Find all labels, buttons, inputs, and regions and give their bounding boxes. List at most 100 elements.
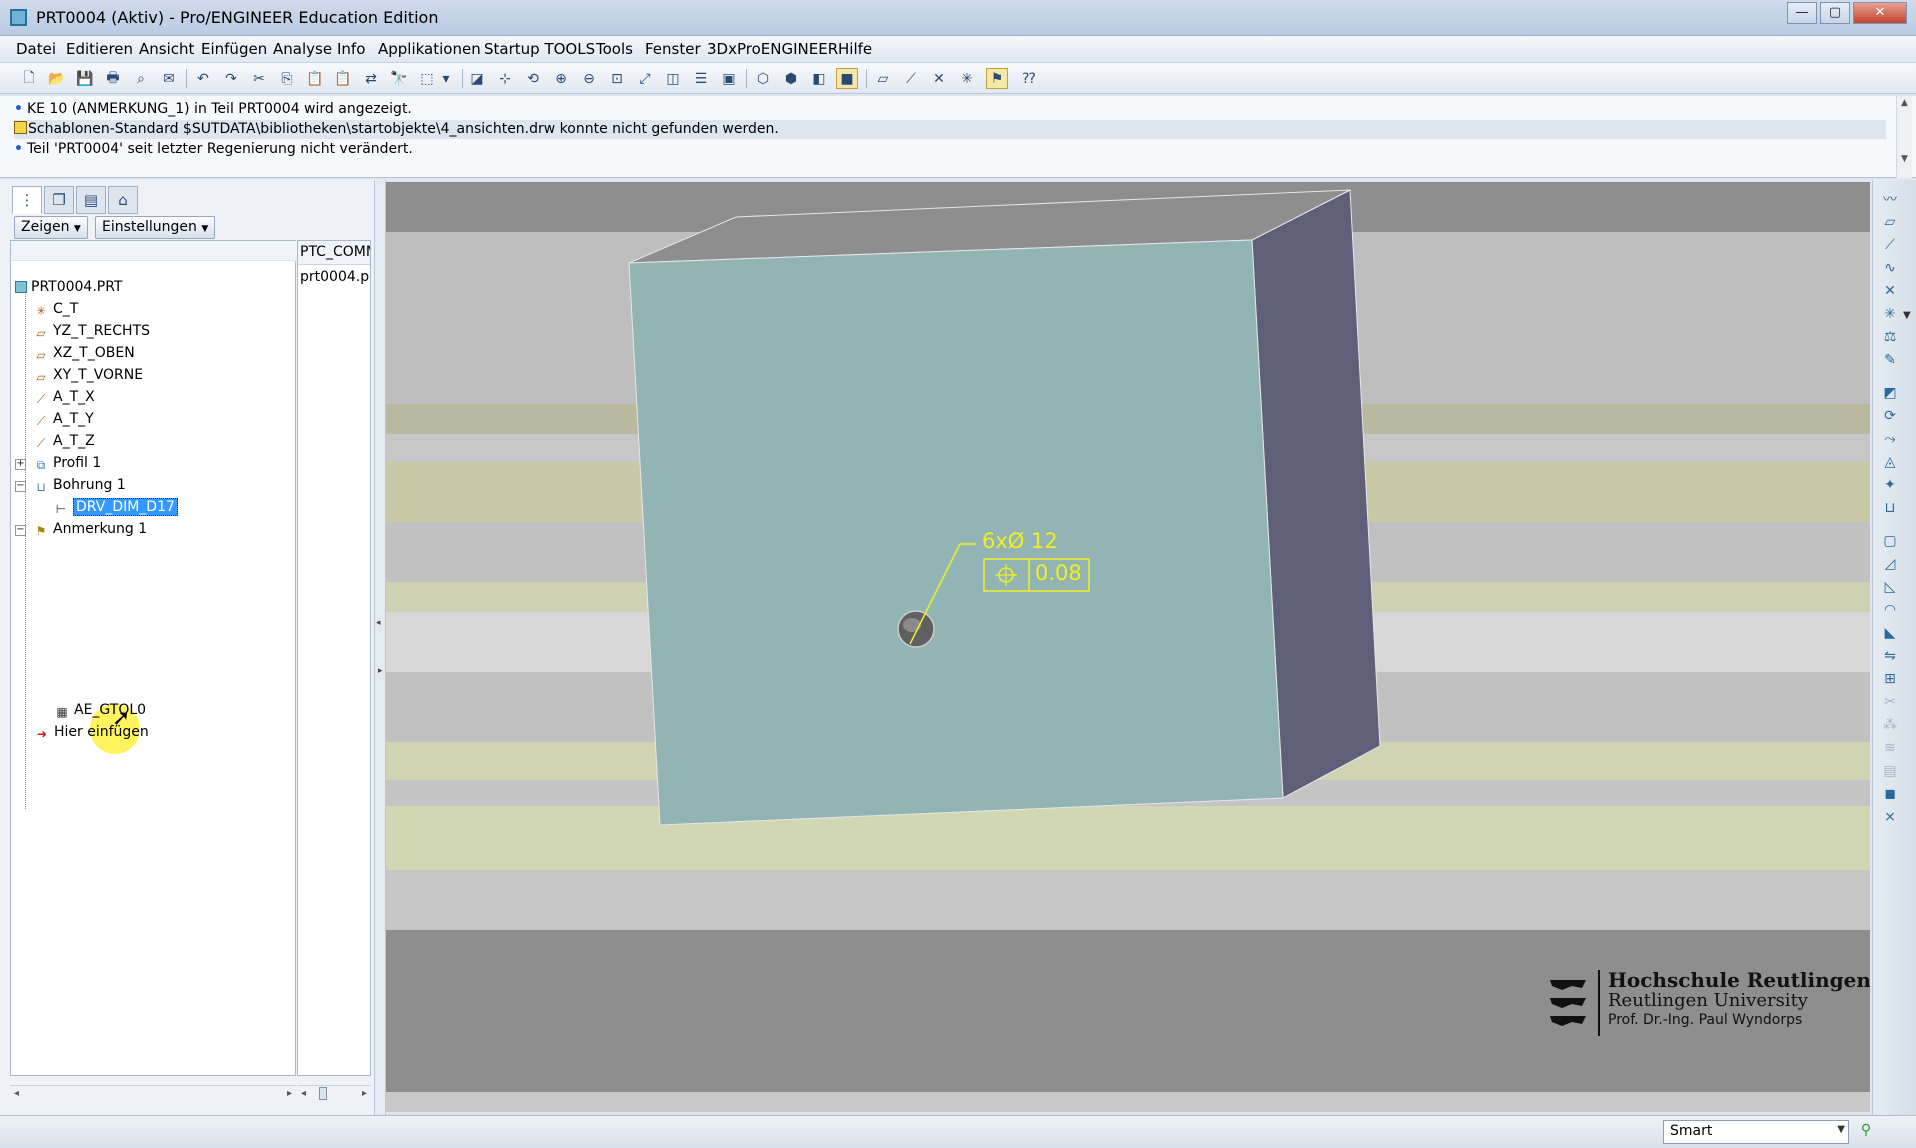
revolve-tool-icon[interactable]: ⟳ bbox=[1879, 405, 1901, 427]
menu-einfuegen[interactable]: Einfügen bbox=[201, 40, 267, 58]
show-dropdown-button[interactable]: Zeigen ▼ bbox=[14, 216, 88, 239]
tree-item-hole[interactable]: ⊔ Bohrung 1 bbox=[33, 475, 125, 495]
message-scrollbar[interactable]: ▲ ▼ bbox=[1896, 96, 1912, 178]
zoom-in-icon[interactable]: ⊕ bbox=[550, 68, 572, 89]
tree-item-datum-plane[interactable]: ▱ XZ_T_OBEN bbox=[33, 343, 134, 363]
scroll-right-icon[interactable]: ▸ bbox=[362, 1088, 367, 1099]
scroll-thumb[interactable] bbox=[319, 1087, 327, 1100]
menu-hilfe[interactable]: Hilfe bbox=[838, 40, 872, 58]
select-dropdown-icon[interactable]: ▾ bbox=[440, 68, 452, 89]
trim-tool-icon[interactable]: ✂ bbox=[1879, 691, 1901, 713]
datum-curve-tool-icon[interactable]: ∿ bbox=[1879, 257, 1901, 279]
thicken-tool-icon[interactable]: ▤ bbox=[1879, 760, 1901, 782]
annotations-icon[interactable]: ⚑ bbox=[986, 68, 1008, 89]
minimize-button[interactable]: — bbox=[1787, 2, 1817, 24]
zoom-out-icon[interactable]: ⊖ bbox=[578, 68, 600, 89]
variable-section-sweep-icon[interactable]: ⤳ bbox=[1879, 428, 1901, 450]
chevron-down-icon[interactable]: ▼ bbox=[1903, 310, 1911, 321]
collapse-left-icon[interactable]: ◂ bbox=[376, 618, 381, 628]
close-button[interactable]: ✕ bbox=[1853, 2, 1907, 24]
orient-icon[interactable]: ⟲ bbox=[522, 68, 544, 89]
analysis-tool-icon[interactable]: ⚖ bbox=[1879, 326, 1901, 348]
menu-analyse[interactable]: Analyse bbox=[273, 40, 332, 58]
maximize-button[interactable]: ▢ bbox=[1820, 2, 1850, 24]
tree-item-datum-axis[interactable]: ⟋ A_T_Z bbox=[33, 431, 95, 451]
shell-tool-icon[interactable]: ▢ bbox=[1879, 530, 1901, 552]
hidden-line-icon[interactable]: ⬢ bbox=[780, 68, 802, 89]
no-hidden-icon[interactable]: ◧ bbox=[808, 68, 830, 89]
scroll-left-icon[interactable]: ◂ bbox=[14, 1088, 19, 1099]
intersect-tool-icon[interactable]: ⨯ bbox=[1879, 806, 1901, 828]
graphics-window[interactable]: 6xØ 12 0.08 Hochschule Reutlingen Reutli… bbox=[386, 182, 1870, 1112]
pattern-tool-icon[interactable]: ⁂ bbox=[1879, 714, 1901, 736]
column-horizontal-scrollbar[interactable]: ◂ ▸ bbox=[297, 1085, 371, 1102]
settings-dropdown-button[interactable]: Einstellungen ▼ bbox=[95, 216, 216, 239]
chamfer-tool-icon[interactable]: ◣ bbox=[1879, 622, 1901, 644]
find-icon[interactable]: 🔭 bbox=[388, 68, 410, 89]
rib-tool-icon[interactable]: ◿ bbox=[1879, 553, 1901, 575]
datum-points-icon[interactable]: ✕ bbox=[928, 68, 950, 89]
shading-icon[interactable]: ■ bbox=[836, 68, 858, 89]
tree-item-part[interactable]: PRT0004.PRT bbox=[15, 277, 123, 297]
tree-item-datum-axis[interactable]: ⟋ A_T_Y bbox=[33, 409, 94, 429]
tree-item-insert-here[interactable]: ➜ Hier einfügen bbox=[34, 722, 149, 742]
menu-editieren[interactable]: Editieren bbox=[66, 40, 133, 58]
menu-info[interactable]: Info bbox=[337, 40, 365, 58]
menu-applikationen[interactable]: Applikationen bbox=[378, 40, 481, 58]
open-icon[interactable]: 📂 bbox=[46, 68, 68, 89]
help-icon[interactable]: ⁇ bbox=[1018, 68, 1040, 89]
expand-icon[interactable]: + bbox=[15, 459, 26, 470]
collapse-icon[interactable]: − bbox=[15, 481, 26, 492]
tree-item-annotation[interactable]: ⚑ Anmerkung 1 bbox=[33, 519, 148, 539]
refit-icon[interactable]: ⊡ bbox=[606, 68, 628, 89]
tree-item-dimension[interactable]: ⊢ DRV_DIM_D17 bbox=[53, 497, 178, 517]
model-tree[interactable]: PRT0004.PRT ✳ C_T ▱ YZ_T_RECHTS ▱ XZ_T_OBEN… bbox=[10, 240, 297, 1076]
menu-tools[interactable]: Tools bbox=[596, 40, 633, 58]
tree-horizontal-scrollbar[interactable]: ◂ ▸ bbox=[10, 1085, 296, 1102]
datum-planes-icon[interactable]: ▱ bbox=[872, 68, 894, 89]
scroll-right-icon[interactable]: ▸ bbox=[287, 1088, 292, 1099]
menu-ansicht[interactable]: Ansicht bbox=[139, 40, 194, 58]
round-tool-icon[interactable]: ◠ bbox=[1879, 599, 1901, 621]
tree-item-datum-plane[interactable]: ▱ YZ_T_RECHTS bbox=[33, 321, 150, 341]
datum-axes-icon[interactable]: ⟋ bbox=[900, 68, 922, 89]
scroll-down-icon[interactable]: ▼ bbox=[1897, 154, 1912, 164]
view-settings-icon[interactable]: ▣ bbox=[718, 68, 740, 89]
tree-item-extrude[interactable]: ⧉ Profil 1 bbox=[33, 453, 102, 473]
menu-fenster[interactable]: Fenster bbox=[645, 40, 701, 58]
view-manager-icon[interactable]: ◫ bbox=[662, 68, 684, 89]
save-icon[interactable]: 💾 bbox=[74, 68, 96, 89]
tree-item-gtol[interactable]: ▦ AE_GTOL0 bbox=[54, 700, 146, 720]
tree-item-datum-axis[interactable]: ⟋ A_T_X bbox=[33, 387, 95, 407]
boundary-blend-icon[interactable]: ◬ bbox=[1879, 451, 1901, 473]
solidify-tool-icon[interactable]: ◼ bbox=[1879, 783, 1901, 805]
new-icon[interactable]: 🗋 bbox=[18, 68, 40, 89]
coord-sys-icon[interactable]: ✳ bbox=[956, 68, 978, 89]
draft-tool-icon[interactable]: ◺ bbox=[1879, 576, 1901, 598]
repaint-icon[interactable]: ◪ bbox=[466, 68, 488, 89]
datum-plane-tool-icon[interactable]: ▱ bbox=[1879, 211, 1901, 233]
mirror-tool-icon[interactable]: ⇋ bbox=[1879, 645, 1901, 667]
sketch-tool-icon[interactable]: ✎ bbox=[1879, 349, 1901, 371]
folder-browser-tab[interactable]: ❐ bbox=[44, 186, 74, 214]
paste-icon[interactable]: 📋 bbox=[304, 68, 326, 89]
undo-icon[interactable]: ↶ bbox=[192, 68, 214, 89]
expand-right-icon[interactable]: ▸ bbox=[378, 666, 383, 676]
redo-icon[interactable]: ↷ bbox=[220, 68, 242, 89]
merge-tool-icon[interactable]: ⊞ bbox=[1879, 668, 1901, 690]
selection-filter-dropdown[interactable]: Smart ▼ bbox=[1663, 1120, 1849, 1144]
tree-item-datum-plane[interactable]: ▱ XY_T_VORNE bbox=[33, 365, 143, 385]
tree-item-csys[interactable]: ✳ C_T bbox=[33, 299, 78, 319]
tolerance-value[interactable]: 0.08 bbox=[1035, 561, 1082, 585]
email-icon[interactable]: ✉ bbox=[158, 68, 180, 89]
datum-axis-tool-icon[interactable]: ⟋ bbox=[1879, 234, 1901, 256]
csys-tool-icon[interactable]: ✳ bbox=[1879, 303, 1901, 325]
menu-3dxproengineer[interactable]: 3DxProENGINEER bbox=[707, 40, 838, 58]
spin-center-icon[interactable]: ⊹ bbox=[494, 68, 516, 89]
layers-icon[interactable]: ☰ bbox=[690, 68, 712, 89]
collapse-icon[interactable]: − bbox=[15, 525, 26, 536]
offset-tool-icon[interactable]: ≋ bbox=[1879, 737, 1901, 759]
paste-special-icon[interactable]: 📋 bbox=[332, 68, 354, 89]
wireframe-icon[interactable]: ⬡ bbox=[752, 68, 774, 89]
style-tool-icon[interactable]: ✦ bbox=[1879, 474, 1901, 496]
